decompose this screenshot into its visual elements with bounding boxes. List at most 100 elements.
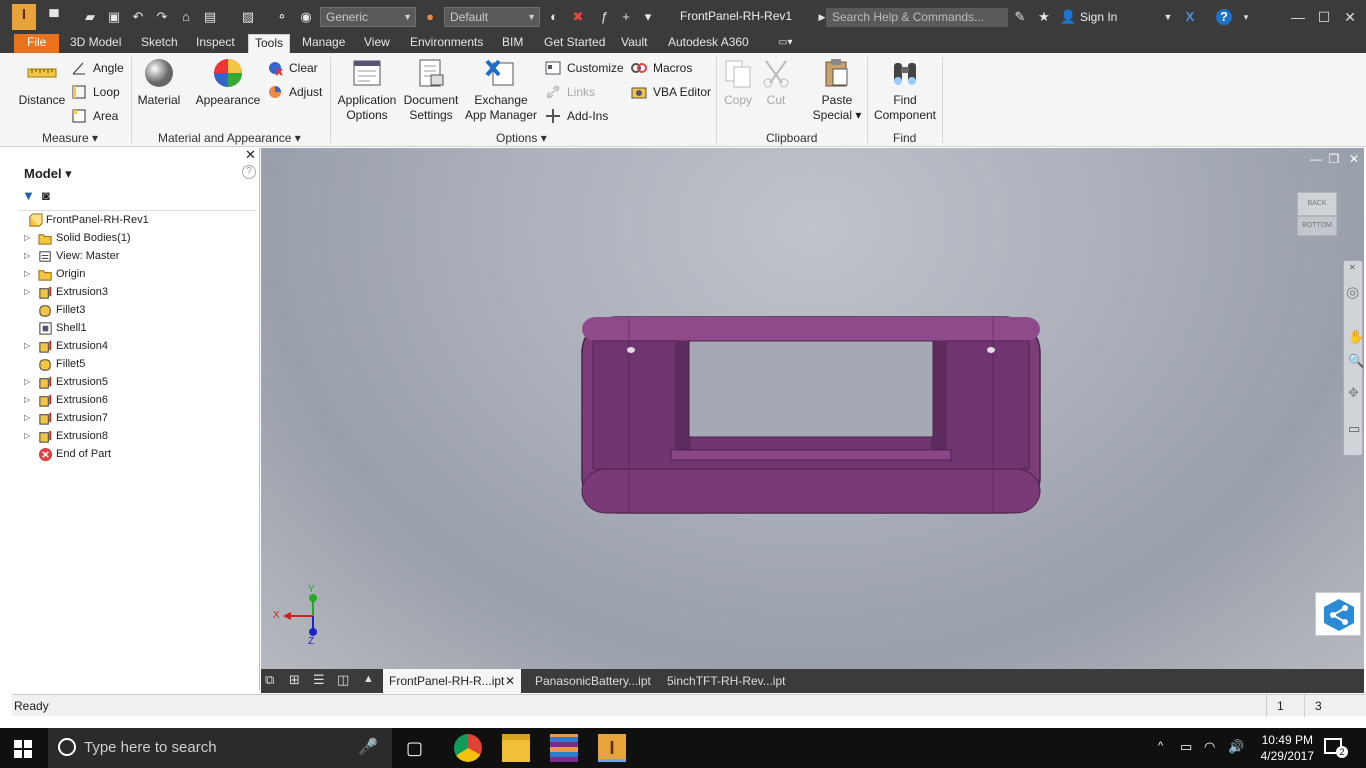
close-icon[interactable]: ✕ <box>1340 7 1360 27</box>
adjust-icon[interactable]: ⚬ <box>274 9 290 25</box>
viewcube-bottom-face[interactable]: BOTTOM <box>1297 216 1337 236</box>
help-icon[interactable]: ? <box>1216 9 1232 25</box>
help-icon[interactable]: ? <box>242 165 256 179</box>
links-button[interactable]: Links <box>545 83 595 101</box>
appearance-button[interactable]: Appearance <box>194 57 262 108</box>
document-list-icon[interactable]: ▲ <box>363 673 374 685</box>
angle-button[interactable]: Angle <box>71 59 124 77</box>
adjust-button[interactable]: Adjust <box>267 83 322 101</box>
expand-arrow-icon[interactable]: ▷ <box>24 247 32 265</box>
browser-title[interactable]: Model ▾ <box>24 166 72 182</box>
tab-bim[interactable]: BIM <box>496 34 529 53</box>
share-button[interactable] <box>1315 592 1361 636</box>
keyword-search-icon[interactable]: ✎ <box>1012 9 1028 25</box>
file-explorer-icon[interactable] <box>502 734 530 762</box>
exchange-x-icon[interactable]: X <box>1182 9 1198 25</box>
doc-tab-frontpanel[interactable]: FrontPanel-RH-R...ipt ✕ <box>383 669 521 693</box>
expand-arrow-icon[interactable]: ▷ <box>24 373 32 391</box>
undo-icon[interactable]: ↶ <box>130 9 146 25</box>
application-options-button[interactable]: Application Options <box>334 57 400 123</box>
find-component-button[interactable]: Find Component <box>872 57 938 123</box>
home-icon[interactable]: ⌂ <box>178 9 194 25</box>
filter-icon[interactable]: ▼ <box>22 188 35 203</box>
new-icon[interactable]: ▀ <box>46 9 62 25</box>
close-icon[interactable]: ✕ <box>1347 152 1361 166</box>
tab-environments[interactable]: Environments <box>404 34 489 53</box>
ribbon-toggle-icon[interactable]: ▭▾ <box>772 34 798 53</box>
taskbar-search-input[interactable]: Type here to search 🎤 <box>48 728 392 768</box>
tab-tools[interactable]: Tools <box>248 34 291 53</box>
tab-3d-model[interactable]: 3D Model <box>64 34 127 53</box>
exchange-app-manager-button[interactable]: Exchange App Manager <box>463 57 539 123</box>
viewcube[interactable]: BACK BOTTOM <box>1297 192 1337 238</box>
close-icon[interactable]: ✕ <box>1349 263 1356 272</box>
select-icon[interactable]: ▨ <box>240 9 256 25</box>
close-icon[interactable]: ✕ <box>505 669 515 693</box>
expand-arrow-icon[interactable]: ▷ <box>24 427 32 445</box>
minimize-icon[interactable]: — <box>1309 152 1323 166</box>
restore-icon[interactable]: ❐ <box>1327 152 1341 166</box>
tab-vault[interactable]: Vault <box>615 34 653 53</box>
winrar-icon[interactable] <box>550 734 578 762</box>
distance-button[interactable]: Distance <box>18 57 66 108</box>
parameters-icon[interactable]: ƒ <box>596 9 612 25</box>
paste-special-button[interactable]: Paste Special ▾ <box>812 57 862 123</box>
pan-icon[interactable]: ✋ <box>1348 329 1364 345</box>
part-model[interactable] <box>579 314 1043 518</box>
action-center-icon[interactable]: 2 <box>1324 738 1348 758</box>
vba-editor-button[interactable]: VBA Editor <box>631 83 711 101</box>
viewcube-back-face[interactable]: BACK <box>1297 192 1337 216</box>
cascade-windows-icon[interactable]: ⧉ <box>265 672 274 688</box>
show-hidden-icons-icon[interactable]: ^ <box>1158 740 1163 752</box>
expand-arrow-icon[interactable]: ▷ <box>24 409 32 427</box>
material-icon[interactable]: ◉ <box>298 9 314 25</box>
expand-arrow-icon[interactable]: ▷ <box>24 283 32 301</box>
chevron-down-icon[interactable]: ▼ <box>1160 9 1176 25</box>
inventor-logo[interactable]: I <box>12 4 36 30</box>
zoom-icon[interactable]: 🔍 <box>1348 353 1364 369</box>
binoculars-icon[interactable]: ◙ <box>42 188 50 203</box>
area-button[interactable]: Area <box>71 107 118 125</box>
volume-icon[interactable]: 🔊 <box>1228 739 1244 755</box>
tab-manage[interactable]: Manage <box>296 34 351 53</box>
material-button[interactable]: Material <box>136 57 182 108</box>
open-icon[interactable]: ▰ <box>82 9 98 25</box>
appearance-override-icon[interactable]: ◐ <box>546 9 562 25</box>
expand-arrow-icon[interactable]: ▷ <box>24 265 32 283</box>
save-icon[interactable]: ▣ <box>106 9 122 25</box>
expand-arrow-icon[interactable]: ▷ <box>24 229 32 247</box>
chevron-down-icon[interactable]: ▾ <box>1238 9 1254 25</box>
redo-icon[interactable]: ↷ <box>154 9 170 25</box>
help-search-input[interactable]: Search Help & Commands... <box>826 8 1008 27</box>
tab-get-started[interactable]: Get Started <box>538 34 611 53</box>
look-at-icon[interactable]: ▭ <box>1348 421 1360 437</box>
appearance-combo[interactable]: Default ▼ <box>444 7 540 27</box>
task-view-icon[interactable]: ▢ <box>406 738 423 759</box>
microphone-icon[interactable]: 🎤 <box>358 728 378 768</box>
options-panel-title[interactable]: Options ▾ <box>496 131 547 145</box>
arrange-horizontal-icon[interactable]: ☰ <box>313 672 325 688</box>
user-icon[interactable]: 👤 <box>1060 9 1076 25</box>
tile-windows-icon[interactable]: ⊞ <box>289 672 300 688</box>
loop-button[interactable]: Loop <box>71 83 120 101</box>
color-wheel-icon[interactable]: ● <box>422 9 438 25</box>
clear-button[interactable]: Clear <box>267 59 318 77</box>
inventor-taskbar-icon[interactable]: I <box>598 734 626 762</box>
doc-tab-5inch-tft[interactable]: 5inchTFT-RH-Rev...ipt <box>661 669 791 693</box>
doc-tab-panasonic-battery[interactable]: PanasonicBattery...ipt <box>529 669 657 693</box>
graphics-viewport[interactable]: — ❐ ✕ BACK BOTTOM ✕ ◎ ✋ 🔍 ✥ ▭ Y X Z <box>261 148 1364 669</box>
minimize-icon[interactable]: — <box>1288 7 1308 27</box>
material-appearance-panel-title[interactable]: Material and Appearance ▾ <box>158 131 301 145</box>
copy-button[interactable]: Copy <box>720 57 756 108</box>
expand-arrow-icon[interactable]: ▷ <box>24 337 32 355</box>
maximize-icon[interactable]: ☐ <box>1314 7 1334 27</box>
sign-in-link[interactable]: Sign In <box>1080 10 1117 24</box>
windows-start-icon[interactable] <box>14 740 32 758</box>
tab-file[interactable]: File <box>14 34 60 53</box>
customize-qa-icon[interactable]: ▾ <box>640 9 656 25</box>
battery-icon[interactable]: ▭ <box>1180 739 1192 755</box>
close-icon[interactable]: ✕ <box>245 147 256 163</box>
tab-sketch[interactable]: Sketch <box>135 34 184 53</box>
add-ins-button[interactable]: Add-Ins <box>545 107 608 125</box>
favorites-star-icon[interactable]: ★ <box>1036 9 1052 25</box>
